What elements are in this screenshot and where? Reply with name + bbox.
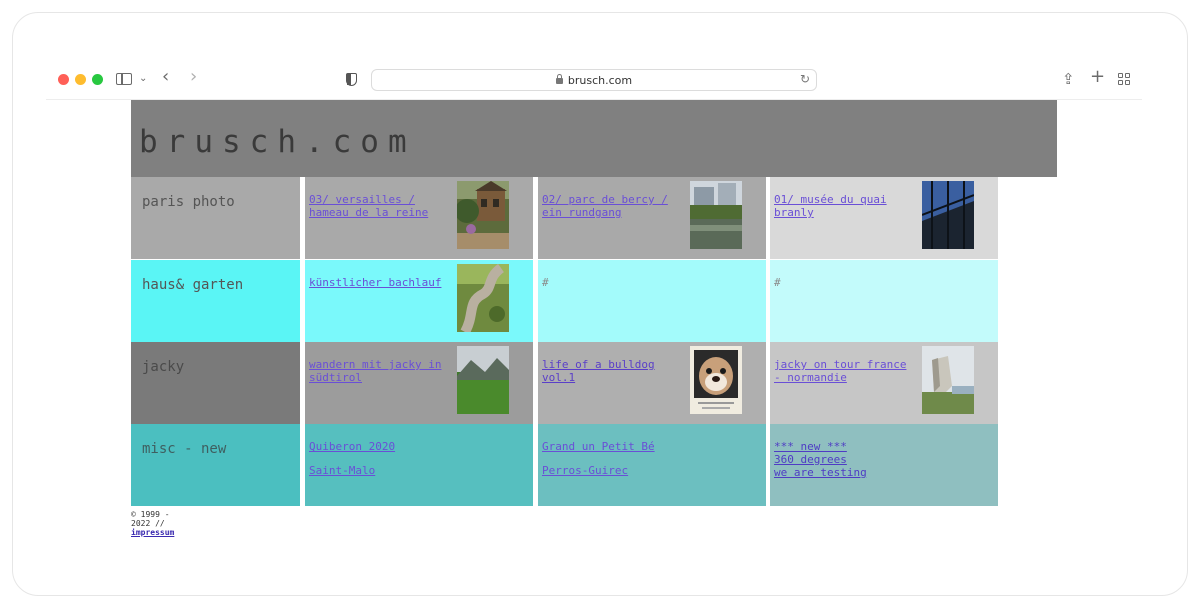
gallery-cell: 01/ musée du quai branly: [770, 177, 998, 259]
zoom-window-button[interactable]: [92, 74, 103, 85]
gallery-cell: wandern mit jacky in südtirol: [305, 342, 533, 424]
gallery-cell: life of a bulldog vol.1: [538, 342, 766, 424]
back-arrow-icon[interactable]: ‹: [162, 67, 169, 87]
placeholder-text: #: [542, 276, 549, 289]
gallery-cell: 03/ versailles / hameau de la reine: [305, 177, 533, 259]
row-label-cell: paris photo: [131, 177, 300, 259]
gallery-link[interactable]: 02/ parc de bercy / ein rundgang: [542, 193, 682, 219]
tab-overview-icon[interactable]: [1118, 73, 1130, 85]
row-label: paris photo: [142, 194, 235, 210]
thumbnail-bulldog[interactable]: [690, 346, 742, 414]
window-controls: [58, 74, 103, 85]
browser-toolbar: ⌄ ‹ › brusch.com ↻ ⇪ +: [46, 62, 1142, 100]
gallery-link[interactable]: jacky on tour france - normandie: [774, 358, 914, 384]
address-bar[interactable]: brusch.com ↻: [371, 69, 817, 91]
category-row-haus-garten: haus& garten künstlicher bachlauf # #: [131, 260, 998, 342]
thumbnail-glass-building[interactable]: [922, 181, 974, 249]
gallery-link[interactable]: künstlicher bachlauf: [309, 276, 449, 289]
minimize-window-button[interactable]: [75, 74, 86, 85]
category-row-misc-new: misc - new Quiberon 2020 Saint-Malo Gran…: [131, 424, 998, 506]
impressum-link[interactable]: impressum: [131, 528, 174, 537]
thumbnail-garden-house[interactable]: [457, 181, 509, 249]
placeholder-text: #: [774, 276, 781, 289]
gallery-link[interactable]: Perros-Guirec: [542, 464, 628, 477]
gallery-link[interactable]: wandern mit jacky in südtirol: [309, 358, 449, 384]
gallery-link[interactable]: Grand un Petit Bé: [542, 440, 655, 453]
gallery-link[interactable]: Quiberon 2020: [309, 440, 395, 453]
row-label-cell: jacky: [131, 342, 300, 424]
gallery-cell: *** new *** 360 degrees we are testing: [770, 424, 998, 506]
reload-icon[interactable]: ↻: [800, 72, 810, 86]
row-label-cell: haus& garten: [131, 260, 300, 342]
gallery-link[interactable]: life of a bulldog vol.1: [542, 358, 682, 384]
row-label: haus& garten: [142, 277, 244, 293]
gallery-link[interactable]: *** new ***: [774, 440, 867, 453]
forward-arrow-icon[interactable]: ›: [190, 67, 197, 87]
close-window-button[interactable]: [58, 74, 69, 85]
url-text: brusch.com: [567, 73, 633, 87]
row-label-cell: misc - new: [131, 424, 300, 506]
gallery-link[interactable]: 360 degrees: [774, 453, 867, 466]
category-row-paris-photo: paris photo 03/ versailles / hameau de l…: [131, 177, 998, 259]
gallery-link[interactable]: we are testing: [774, 466, 867, 479]
gallery-cell: #: [770, 260, 998, 342]
thumbnail-cliff[interactable]: [922, 346, 974, 414]
gallery-link[interactable]: 01/ musée du quai branly: [774, 193, 914, 219]
plus-icon[interactable]: +: [1090, 67, 1105, 87]
gallery-cell: 02/ parc de bercy / ein rundgang: [538, 177, 766, 259]
lock-icon: [555, 74, 563, 84]
site-banner: brusch.com: [131, 100, 1057, 177]
gallery-link[interactable]: Saint-Malo: [309, 464, 375, 477]
share-icon[interactable]: ⇪: [1062, 69, 1075, 89]
row-label: misc - new: [142, 441, 227, 457]
site-footer: © 1999 - 2022 // impressum: [131, 510, 174, 537]
gallery-cell: künstlicher bachlauf: [305, 260, 533, 342]
gallery-cell: Grand un Petit Bé Perros-Guirec: [538, 424, 766, 506]
chevron-down-icon[interactable]: ⌄: [139, 69, 147, 89]
thumbnail-meadow[interactable]: [457, 346, 509, 414]
row-label: jacky: [142, 359, 185, 375]
link-stack: *** new *** 360 degrees we are testing: [774, 440, 867, 479]
shield-icon[interactable]: [346, 73, 357, 86]
category-row-jacky: jacky wandern mit jacky in südtirol life…: [131, 342, 998, 424]
thumbnail-park-pond[interactable]: [690, 181, 742, 249]
thumbnail-stream[interactable]: [457, 264, 509, 332]
gallery-cell: jacky on tour france - normandie: [770, 342, 998, 424]
copyright-text: © 1999 - 2022 //: [131, 510, 170, 528]
sidebar-icon[interactable]: [116, 73, 132, 85]
site-logo: brusch.com: [139, 124, 416, 160]
gallery-cell: #: [538, 260, 766, 342]
gallery-link[interactable]: 03/ versailles / hameau de la reine: [309, 193, 449, 219]
gallery-cell: Quiberon 2020 Saint-Malo: [305, 424, 533, 506]
